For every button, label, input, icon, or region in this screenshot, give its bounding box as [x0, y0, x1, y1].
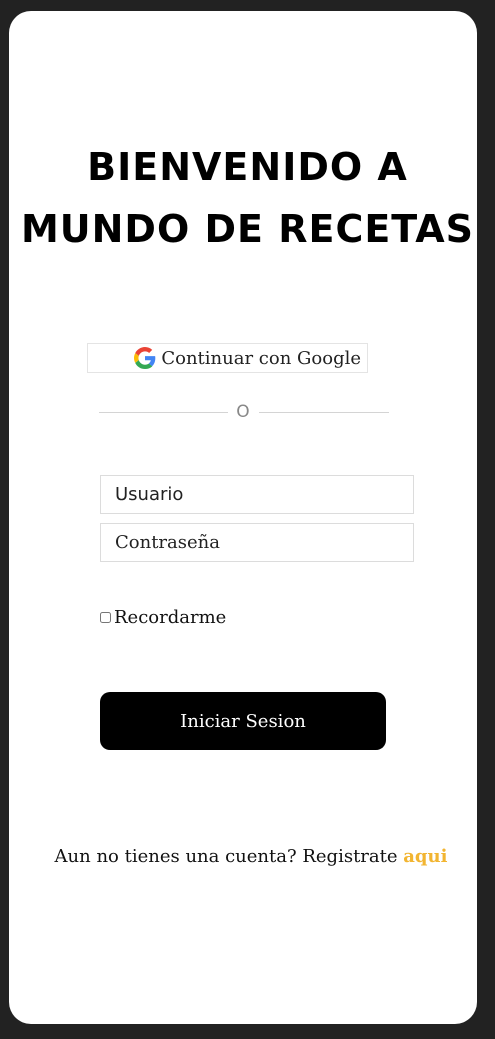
remember-me-label[interactable]: Recordarme — [114, 607, 226, 628]
divider-text: O — [236, 402, 250, 422]
password-input[interactable] — [100, 523, 414, 562]
remember-me-row: Recordarme — [100, 607, 226, 628]
login-button[interactable]: Iniciar Sesion — [100, 692, 386, 750]
register-prompt: Aun no tienes una cuenta? Registrate aqu… — [0, 846, 495, 867]
username-input[interactable] — [100, 475, 414, 514]
google-button-label: Continuar con Google — [161, 347, 361, 369]
or-divider: O — [99, 402, 389, 424]
title-line-2: MUNDO DE RECETAS — [20, 207, 475, 251]
page-title: BIENVENIDO A MUNDO DE RECETAS — [0, 136, 495, 260]
remember-me-checkbox[interactable] — [100, 612, 111, 623]
divider-line-right — [259, 412, 389, 413]
title-line-1: BIENVENIDO A — [87, 145, 408, 189]
google-signin-button[interactable]: Continuar con Google — [87, 343, 368, 373]
google-icon — [134, 347, 156, 369]
register-link[interactable]: aqui — [403, 846, 447, 867]
divider-line-left — [99, 412, 228, 413]
register-prompt-text: Aun no tienes una cuenta? Registrate — [54, 846, 404, 867]
